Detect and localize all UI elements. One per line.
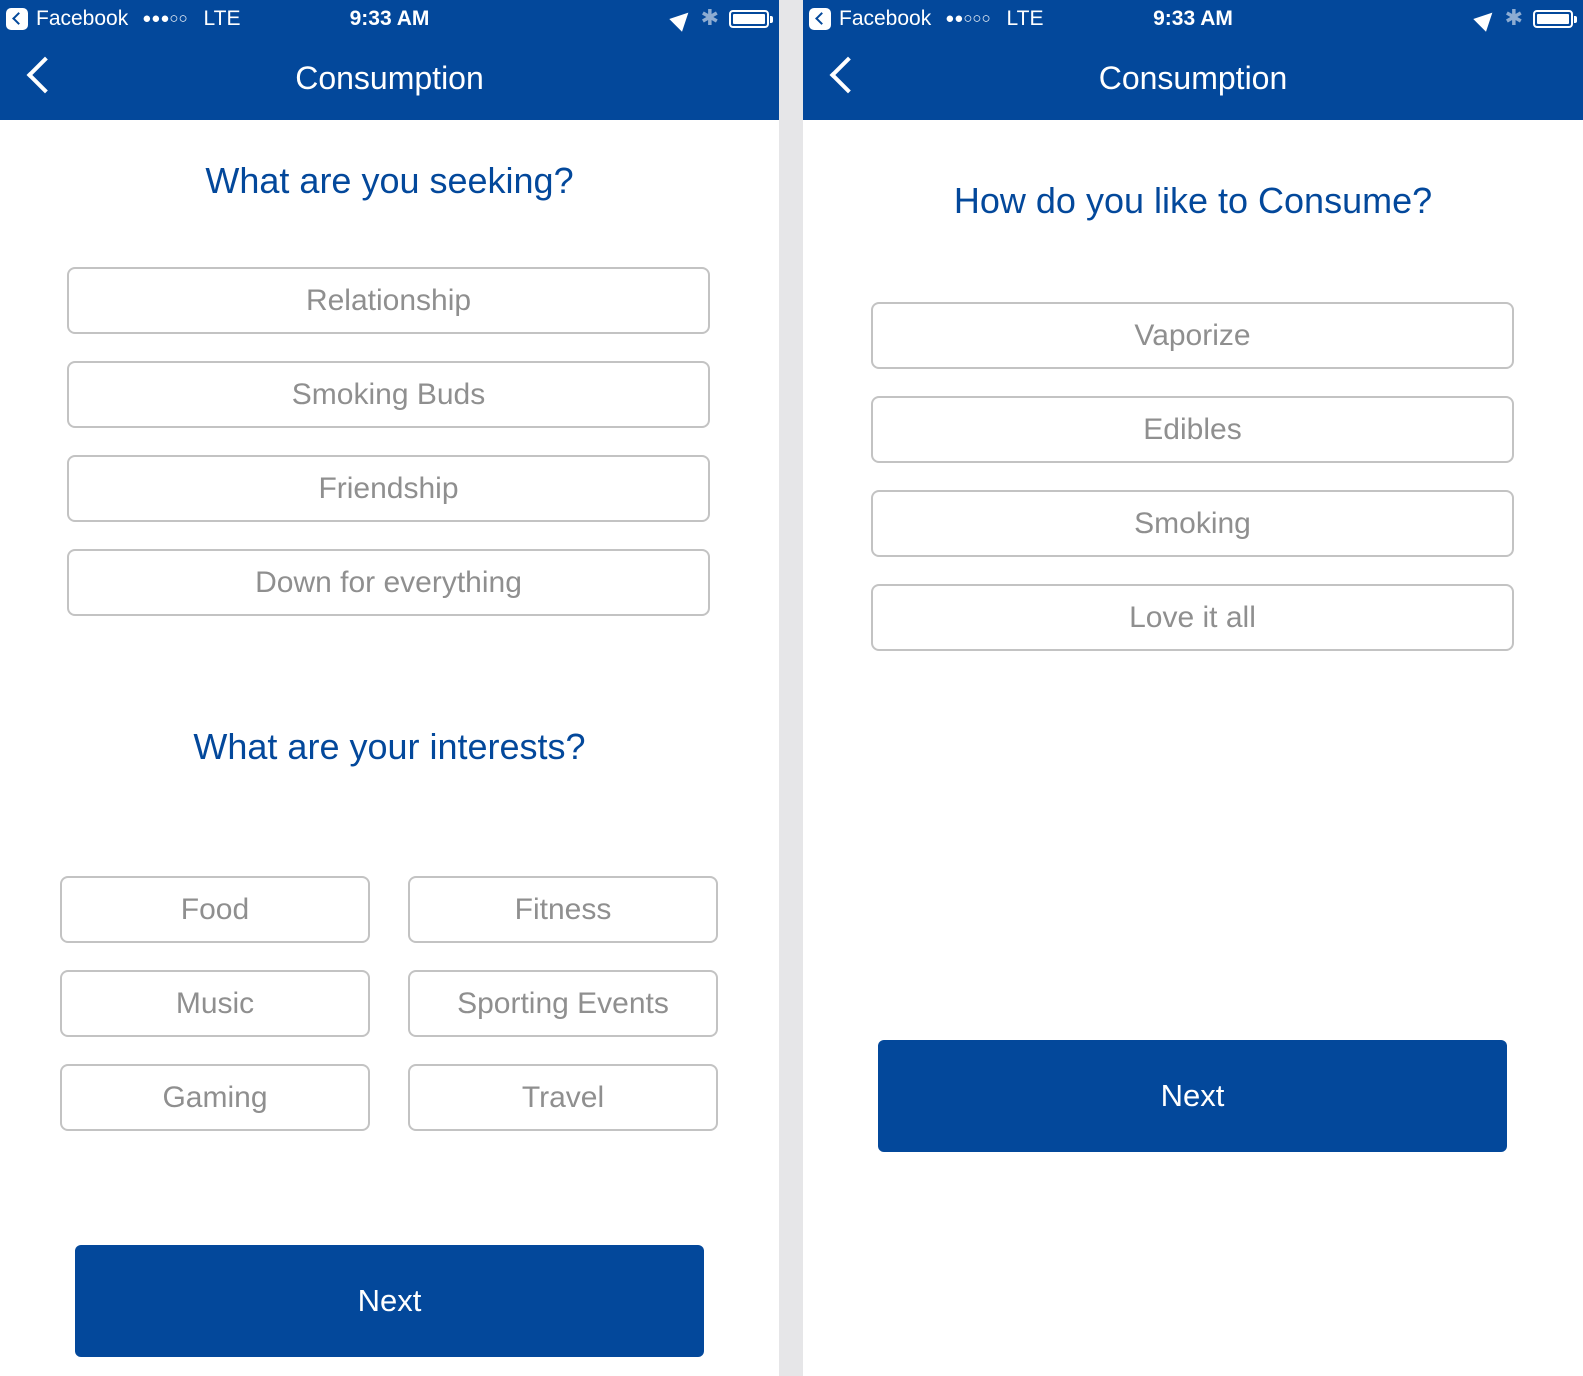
- interest-option-sporting-events[interactable]: Sporting Events: [408, 970, 718, 1037]
- page-title: Consumption: [1098, 60, 1288, 96]
- interest-option-fitness[interactable]: Fitness: [408, 876, 718, 943]
- location-arrow-icon: [1472, 5, 1499, 32]
- battery-icon: [1533, 9, 1577, 28]
- header: Facebook ●●●○○ LTE 9:33 AM ✱ Consumption: [0, 0, 779, 120]
- status-time: 9:33 AM: [349, 7, 430, 30]
- seeking-option-smoking-buds[interactable]: Smoking Buds: [67, 361, 710, 428]
- interest-option-gaming[interactable]: Gaming: [60, 1064, 370, 1131]
- consume-option-love-it-all[interactable]: Love it all: [871, 584, 1514, 651]
- header: Facebook ●●○○○ LTE 9:33 AM ✱ Consumption: [803, 0, 1583, 120]
- battery-icon: [729, 9, 773, 28]
- next-button[interactable]: Next: [75, 1245, 704, 1357]
- bluetooth-icon: ✱: [700, 6, 719, 31]
- seeking-option-friendship[interactable]: Friendship: [67, 455, 710, 522]
- seeking-option-down-for-everything[interactable]: Down for everything: [67, 549, 710, 616]
- interest-option-music[interactable]: Music: [60, 970, 370, 1037]
- bluetooth-icon: ✱: [1504, 6, 1523, 31]
- consume-option-vaporize[interactable]: Vaporize: [871, 302, 1514, 369]
- status-bar-right: ✱: [668, 5, 773, 32]
- right-screen: Facebook ●●○○○ LTE 9:33 AM ✱ Consumption…: [803, 0, 1583, 1376]
- status-bar: Facebook ●●○○○ LTE 9:33 AM ✱: [803, 0, 1583, 40]
- interest-option-food[interactable]: Food: [60, 876, 370, 943]
- seeking-option-relationship[interactable]: Relationship: [67, 267, 710, 334]
- left-screen: Facebook ●●●○○ LTE 9:33 AM ✱ Consumption…: [0, 0, 779, 1376]
- consume-option-smoking[interactable]: Smoking: [871, 490, 1514, 557]
- consume-question: How do you like to Consume?: [953, 180, 1433, 221]
- status-bar-right: ✱: [1472, 5, 1577, 32]
- status-bar: Facebook ●●●○○ LTE 9:33 AM ✱: [0, 0, 779, 40]
- interest-option-travel[interactable]: Travel: [408, 1064, 718, 1131]
- next-button[interactable]: Next: [878, 1040, 1507, 1152]
- seeking-question: What are you seeking?: [205, 160, 574, 201]
- consume-option-edibles[interactable]: Edibles: [871, 396, 1514, 463]
- page-title: Consumption: [295, 60, 484, 96]
- status-time: 9:33 AM: [1153, 7, 1233, 30]
- interests-question: What are your interests?: [193, 726, 586, 767]
- location-arrow-icon: [668, 5, 695, 32]
